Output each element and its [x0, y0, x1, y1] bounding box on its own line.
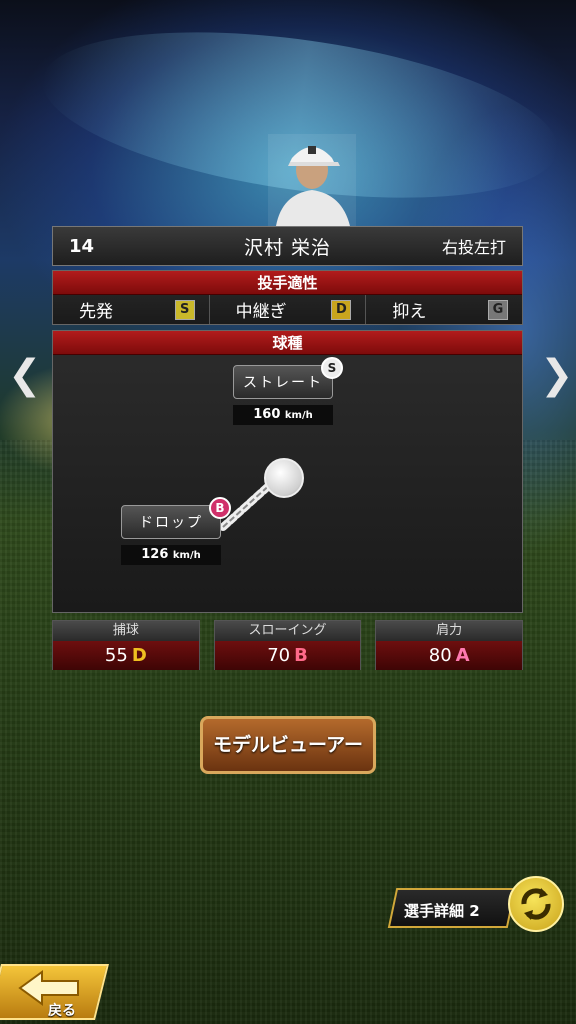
- player-name: 沢村 栄治: [243, 236, 332, 259]
- refresh-arrows-icon: [521, 888, 551, 920]
- stat-catching: 捕球 55 D: [52, 620, 200, 670]
- aptitude-closer: 抑え G: [366, 295, 522, 324]
- pitch-chart: ストレート S 160 km/h ドロップ B 126 km/h: [53, 355, 522, 613]
- aptitude-label: 中継ぎ: [235, 302, 287, 322]
- pitcher-aptitude-panel: 投手適性 先発 S 中継ぎ D 抑え G: [52, 270, 523, 325]
- aptitude-starter: 先発 S: [53, 295, 210, 324]
- stat-label: スローイング: [214, 621, 361, 641]
- pitch-grade-badge: B: [209, 497, 231, 519]
- stat-value: 70 B: [214, 641, 361, 670]
- pitch-types-panel: 球種 ストレート S 160 km/h ドロップ B 126 km/h: [52, 330, 523, 613]
- cycle-icon[interactable]: [508, 876, 564, 932]
- pitch-name: ドロップ: [139, 515, 203, 531]
- stat-arm-strength: 肩力 80 A: [375, 620, 524, 670]
- stat-value: 80 A: [376, 641, 523, 670]
- stat-rank: D: [131, 645, 147, 666]
- stat-throwing: スローイング 70 B: [213, 620, 362, 670]
- aptitude-grade: G: [488, 299, 509, 320]
- pitch-name: ストレート: [243, 375, 323, 391]
- fielding-stats: 捕球 55 D スローイング 70 B 肩力 80 A: [52, 620, 524, 670]
- stat-rank: B: [294, 645, 308, 666]
- aptitude-grade: S: [174, 299, 195, 320]
- model-viewer-button[interactable]: モデルビューアー: [200, 716, 376, 774]
- aptitude-title: 投手適性: [53, 271, 522, 295]
- player-portrait: [268, 134, 356, 226]
- pitch-grade-badge: S: [321, 357, 343, 379]
- pitch-drop-button[interactable]: ドロップ: [121, 505, 221, 539]
- player-detail-2-label: 選手詳細 2: [404, 902, 480, 920]
- stat-label: 肩力: [376, 621, 523, 641]
- stat-rank: A: [455, 645, 470, 666]
- pitch-speed: 126 km/h: [121, 545, 221, 565]
- aptitude-label: 先発: [79, 302, 113, 322]
- pitch-types-title: 球種: [53, 331, 522, 355]
- player-handedness: 右投左打: [441, 238, 506, 257]
- stat-label: 捕球: [53, 621, 199, 641]
- aptitude-reliever: 中継ぎ D: [210, 295, 367, 324]
- next-player-arrow-icon[interactable]: ❯: [540, 350, 574, 400]
- aptitude-label: 抑え: [392, 302, 427, 322]
- back-label: 戻る: [48, 1003, 76, 1019]
- pitch-speed: 160 km/h: [233, 405, 333, 425]
- baseball-icon: [264, 458, 304, 498]
- player-number: 14: [69, 235, 95, 257]
- aptitude-grade: D: [331, 299, 352, 320]
- stat-value: 55 D: [53, 641, 199, 670]
- player-info-bar: 14 沢村 栄治 右投左打: [52, 226, 523, 266]
- pitch-straight-button[interactable]: ストレート: [233, 365, 333, 399]
- prev-player-arrow-icon[interactable]: ❮: [8, 350, 42, 400]
